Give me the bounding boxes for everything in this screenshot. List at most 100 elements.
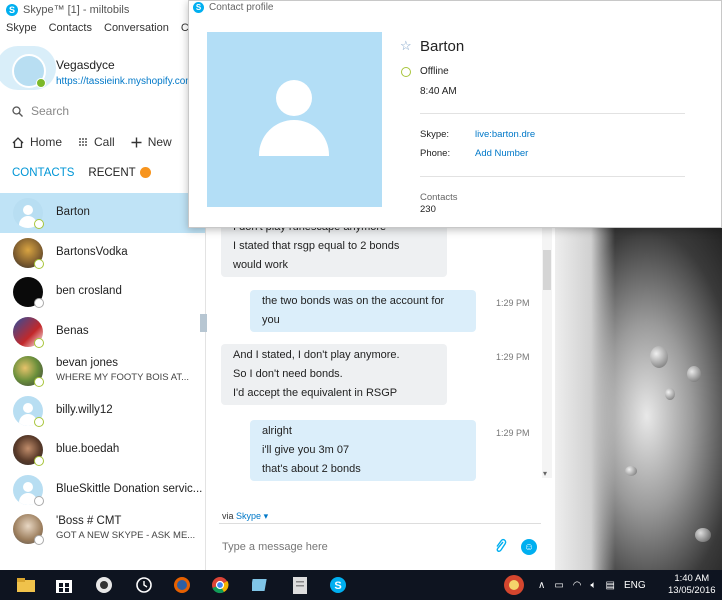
popup-title-bar: S Contact profile: [193, 1, 273, 13]
my-profile[interactable]: Vegasdyce https://tassieink.myshopify.co…: [0, 40, 205, 94]
unknown-status-icon: [34, 495, 44, 506]
add-number-link[interactable]: Add Number: [475, 148, 528, 159]
action-center-icon[interactable]: ▤: [606, 580, 615, 591]
water-drop-image: [650, 346, 668, 368]
message-time: 1:29 PM: [496, 428, 530, 438]
clock-date: 13/05/2016: [668, 585, 716, 596]
wifi-icon[interactable]: ◠: [573, 580, 582, 591]
water-drop-image: [665, 388, 675, 400]
home-button[interactable]: Home: [12, 135, 62, 149]
new-label: New: [147, 135, 172, 149]
list-item[interactable]: 'Boss # CMT GOT A NEW SKYPE - ASK ME...: [0, 509, 205, 549]
call-label: Call: [94, 135, 115, 149]
local-time: 8:40 AM: [420, 86, 457, 97]
message-line: I stated that rsgp equal to 2 bonds: [233, 240, 400, 252]
contact-name: billy.willy12: [56, 403, 113, 416]
app-icon[interactable]: [250, 576, 270, 594]
profile-mood-link[interactable]: https://tassieink.myshopify.com/: [56, 76, 196, 87]
tab-recent-label: RECENT: [88, 167, 136, 179]
alarm-clock-icon[interactable]: [134, 576, 154, 594]
contact-name: ben crosland: [56, 285, 122, 297]
language-indicator[interactable]: ENG: [624, 580, 646, 591]
menu-bar: Skype Contacts Conversation Call V: [0, 22, 219, 38]
taskbar: S ∧ ▭ ◠ 🔈︎ ▤ ENG 1:40 AM 13/05/2016: [0, 570, 722, 600]
call-button[interactable]: Call: [78, 135, 115, 149]
tab-contacts[interactable]: CONTACTS: [12, 167, 74, 179]
water-drop-image: [625, 466, 637, 476]
list-item[interactable]: blue.boedah: [0, 430, 205, 470]
message-input[interactable]: Type a message here: [222, 541, 328, 553]
contact-profile-window: S Contact profile ☆ Barton Offline 8:40 …: [188, 0, 722, 228]
chevron-down-icon[interactable]: ▾: [543, 469, 547, 478]
scrollbar-thumb[interactable]: [543, 250, 551, 290]
skype-id-label: Skype:: [420, 129, 450, 140]
list-item[interactable]: BlueSkittle Donation servic...: [0, 470, 205, 510]
contact-name: blue.boedah: [56, 443, 120, 455]
contact-tabs: CONTACTS RECENT: [12, 167, 151, 179]
search-box[interactable]: Search: [12, 102, 192, 120]
contact-name: Benas: [56, 324, 89, 337]
away-status-icon: [34, 377, 44, 387]
sidebar-collapse-handle[interactable]: [200, 314, 207, 332]
list-item[interactable]: bevan jones WHERE MY FOOTY BOIS AT...: [0, 351, 205, 391]
tab-recent[interactable]: RECENT: [88, 167, 151, 179]
home-icon: [12, 136, 24, 148]
window-title: Skype™ [1] - miltobils: [23, 4, 130, 16]
message-bubble: I don't play runescape anymore I stated …: [221, 228, 447, 277]
contact-name: Barton: [56, 206, 90, 218]
conversation-scrollbar[interactable]: ▾: [542, 228, 552, 478]
taskbar-clock[interactable]: 1:40 AM 13/05/2016: [668, 573, 716, 597]
file-explorer-icon[interactable]: [16, 576, 36, 594]
away-status-icon: [34, 456, 44, 466]
avatar: [207, 32, 382, 207]
contact-mood: GOT A NEW SKYPE - ASK ME...: [56, 530, 196, 541]
volume-icon[interactable]: 🔈︎: [591, 580, 597, 591]
list-item[interactable]: billy.willy12: [0, 391, 205, 431]
paperclip-icon[interactable]: [494, 538, 507, 558]
water-drop-image: [695, 528, 711, 542]
dialpad-icon: [79, 138, 88, 146]
phone-label: Phone:: [420, 148, 451, 159]
battery-icon[interactable]: ▭: [554, 580, 563, 591]
chevron-down-icon[interactable]: ▾: [264, 511, 269, 521]
online-status-icon: [36, 78, 46, 88]
list-item[interactable]: BartonsVodka: [0, 233, 205, 273]
emoticon-icon[interactable]: ☺: [521, 539, 537, 555]
message-line: So I don't need bonds.: [233, 368, 343, 380]
contact-name: BlueSkittle Donation servic...: [56, 482, 203, 495]
new-button[interactable]: New: [131, 135, 172, 149]
notification-badge-icon: [139, 167, 151, 179]
clock-time: 1:40 AM: [674, 573, 710, 584]
plus-icon: [131, 137, 142, 147]
away-status-icon: [34, 219, 44, 229]
profile-name: Barton: [420, 38, 465, 55]
menu-contacts[interactable]: Contacts: [49, 22, 92, 38]
via-skype-dropdown[interactable]: Skype: [236, 511, 261, 521]
favorite-star-icon[interactable]: ☆: [400, 38, 412, 54]
profile-name: Vegasdyce: [56, 58, 115, 72]
menu-conversation[interactable]: Conversation: [104, 22, 169, 38]
store-icon[interactable]: [54, 576, 74, 594]
skype-taskbar-icon[interactable]: S: [328, 576, 348, 594]
firefox-icon[interactable]: [172, 576, 192, 594]
menu-skype[interactable]: Skype: [6, 22, 37, 38]
message-bubble: And I stated, I don't play anymore. So I…: [221, 344, 447, 405]
chrome-icon[interactable]: [210, 576, 230, 594]
message-line: alright: [262, 425, 292, 437]
chevron-up-icon[interactable]: ∧: [538, 580, 545, 591]
skype-id-link[interactable]: live:barton.dre: [475, 129, 535, 140]
away-status-icon: [34, 258, 44, 269]
message-bubble: the two bonds was on the account for you: [250, 290, 476, 332]
list-item[interactable]: ben crosland: [0, 272, 205, 312]
message-line: you: [262, 314, 280, 326]
list-item[interactable]: Barton: [0, 193, 205, 233]
chrome-canary-icon[interactable]: [94, 576, 114, 594]
composer-divider: [219, 523, 541, 524]
list-item[interactable]: Benas: [0, 312, 205, 352]
notification-app-icon[interactable]: [502, 574, 526, 596]
message-time: 1:29 PM: [496, 298, 530, 308]
nav-row: Home Call New: [12, 135, 172, 149]
unknown-status-icon: [34, 298, 44, 308]
via-indicator: via Skype ▾: [222, 511, 268, 522]
document-icon[interactable]: [290, 576, 310, 594]
